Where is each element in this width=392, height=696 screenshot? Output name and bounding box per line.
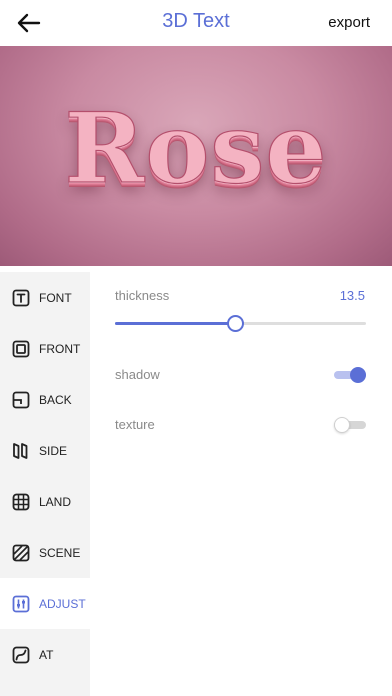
grid-icon: [11, 492, 31, 512]
sidebar-item-front[interactable]: FRONT: [0, 323, 90, 374]
scene-icon: [11, 543, 31, 563]
sidebar-item-label: ADJUST: [39, 596, 86, 611]
sidebar-item-label: BACK: [39, 392, 72, 407]
adjust-icon: [11, 594, 31, 614]
text-preview: Rose: [0, 46, 392, 266]
export-button[interactable]: export: [328, 14, 370, 31]
font-icon: [11, 288, 31, 308]
sidebar-item-label: SCENE: [39, 545, 81, 560]
side-icon: [11, 441, 31, 461]
adjust-panel: thickness 13.5 shadow texture: [90, 272, 392, 696]
preview-3d-text: Rose: [64, 91, 328, 205]
top-bar: 3D Text export: [0, 0, 392, 46]
sidebar-item-label: AT: [39, 647, 54, 662]
shadow-toggle[interactable]: [334, 367, 366, 383]
texture-toggle[interactable]: [334, 417, 366, 433]
sidebar-item-font[interactable]: FONT: [0, 272, 90, 323]
sidebar-item-at[interactable]: AT: [0, 629, 90, 680]
thickness-label: thickness: [115, 288, 170, 303]
thickness-value: 13.5: [339, 288, 365, 303]
toggle-knob: [334, 417, 350, 433]
thickness-slider[interactable]: [115, 315, 366, 332]
sidebar: FONT FRONT BACK SIDE LAND SCENE ADJUST A…: [0, 272, 90, 696]
sidebar-item-back[interactable]: BACK: [0, 374, 90, 425]
sidebar-item-label: SIDE: [39, 443, 68, 458]
sidebar-item-adjust[interactable]: ADJUST: [0, 578, 90, 629]
toggle-knob: [350, 367, 366, 383]
front-face-icon: [11, 339, 31, 359]
shadow-label: shadow: [115, 367, 160, 382]
slider-thumb[interactable]: [227, 315, 245, 332]
sidebar-item-label: LAND: [39, 494, 72, 509]
sidebar-item-scene[interactable]: SCENE: [0, 527, 90, 578]
sidebar-item-side[interactable]: SIDE: [0, 425, 90, 476]
sidebar-item-land[interactable]: LAND: [0, 476, 90, 527]
curve-icon: [11, 645, 31, 665]
back-face-icon: [11, 390, 31, 410]
slider-fill: [115, 322, 236, 325]
sidebar-item-label: FRONT: [39, 341, 81, 356]
texture-label: texture: [115, 417, 155, 432]
sidebar-item-label: FONT: [39, 290, 72, 305]
